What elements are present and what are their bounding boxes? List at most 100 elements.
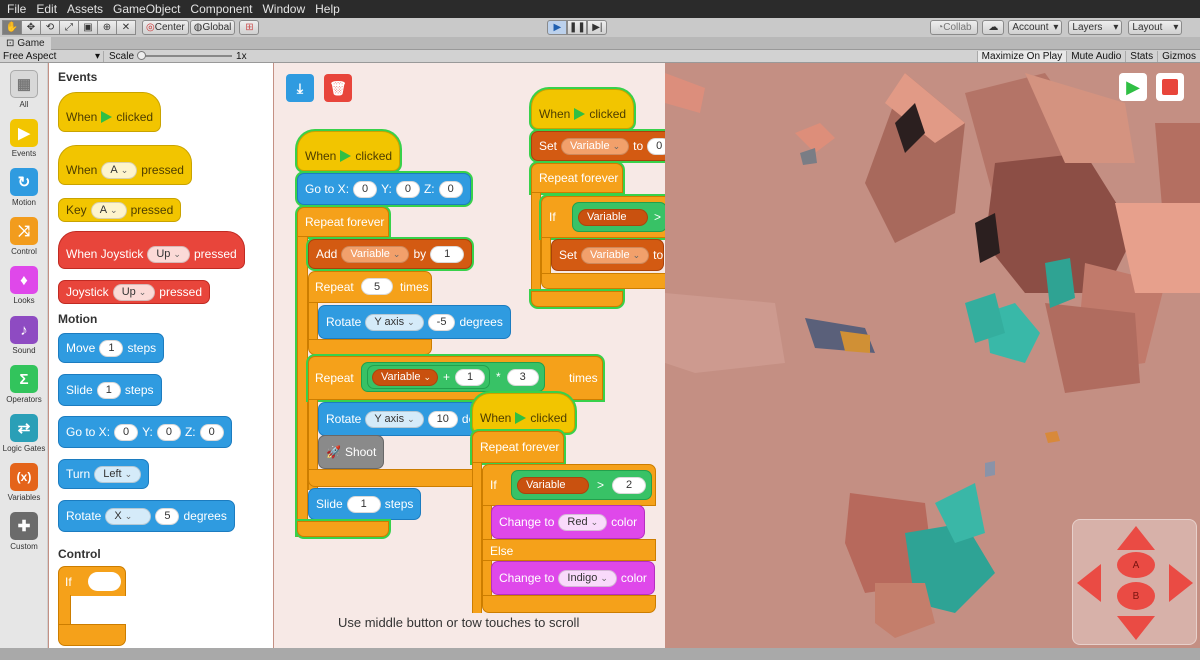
- snap-button[interactable]: ⊞: [239, 20, 260, 35]
- steps-input[interactable]: 1: [99, 339, 124, 357]
- menu-component[interactable]: Component: [185, 2, 257, 16]
- script1-slide[interactable]: Slide 1 steps: [308, 488, 422, 520]
- account-dropdown[interactable]: Account ▾: [1008, 20, 1063, 35]
- block-move-steps[interactable]: Move 1 steps: [58, 333, 165, 363]
- menu-assets[interactable]: Assets: [62, 2, 108, 16]
- step-button[interactable]: ▶|: [587, 20, 608, 35]
- category-logic-gates[interactable]: ⇄ Logic Gates: [0, 414, 48, 453]
- operand-input[interactable]: 1: [455, 368, 486, 386]
- category-control[interactable]: ⤨ Control: [0, 217, 48, 256]
- block-key-pressed[interactable]: KeyApressed: [58, 198, 182, 222]
- axis-dropdown[interactable]: Y axis: [365, 410, 424, 428]
- variable-reporter[interactable]: Variable: [517, 476, 589, 494]
- greater-than-operator[interactable]: Variable >: [572, 202, 665, 232]
- variable-reporter[interactable]: Variable: [578, 208, 648, 226]
- aspect-dropdown[interactable]: Free Aspect ▾: [0, 50, 104, 62]
- block-slide-steps[interactable]: Slide 1 steps: [58, 374, 162, 406]
- category-all[interactable]: ▦ All: [0, 70, 48, 109]
- x-input[interactable]: 0: [114, 423, 139, 441]
- menu-gameobject[interactable]: GameObject: [108, 2, 185, 16]
- mute-audio-toggle[interactable]: Mute Audio: [1066, 50, 1125, 62]
- degrees-input[interactable]: 10: [427, 410, 458, 428]
- gizmos-dropdown[interactable]: Gizmos: [1157, 50, 1200, 62]
- transform-tool-icon[interactable]: ⊕: [97, 20, 117, 35]
- maximize-on-play-toggle[interactable]: Maximize On Play: [976, 50, 1067, 62]
- repeat-count-input[interactable]: 5: [361, 278, 393, 295]
- button-b[interactable]: B: [1117, 582, 1155, 610]
- operand-input[interactable]: 3: [506, 368, 539, 386]
- script2-if[interactable]: If Variable >: [541, 196, 665, 238]
- script1-repeat-5[interactable]: Repeat 5 times: [308, 271, 432, 303]
- script1-go-to[interactable]: Go to X: 0 Y: 0 Z: 0: [297, 173, 471, 205]
- button-a[interactable]: A: [1117, 552, 1155, 578]
- y-input[interactable]: 0: [156, 423, 181, 441]
- script1-shoot[interactable]: 🚀 Shoot: [318, 435, 385, 469]
- scene-viewport[interactable]: ▶ A B: [665, 63, 1200, 648]
- joystick-dropdown[interactable]: Up: [112, 283, 156, 301]
- script1-when-clicked[interactable]: When clicked: [297, 131, 401, 171]
- block-when-joystick-pressed[interactable]: When JoystickUppressed: [58, 231, 245, 269]
- script2-set-variable-inner[interactable]: SetVariableto: [551, 239, 665, 271]
- block-if[interactable]: If: [58, 566, 126, 596]
- layout-dropdown[interactable]: Layout ▾: [1128, 20, 1183, 35]
- condition-slot[interactable]: [88, 572, 121, 591]
- axis-dropdown[interactable]: X: [105, 507, 152, 525]
- operand-input[interactable]: 2: [612, 476, 647, 494]
- run-button[interactable]: ▶: [1119, 73, 1147, 101]
- block-when-key-pressed[interactable]: WhenApressed: [58, 145, 192, 185]
- category-variables[interactable]: (x) Variables: [0, 463, 48, 502]
- download-icon[interactable]: ⤓: [286, 74, 314, 102]
- script3-change-color-indigo[interactable]: Change toIndigocolor: [491, 561, 655, 595]
- axis-dropdown[interactable]: Y axis: [365, 313, 424, 331]
- layers-dropdown[interactable]: Layers ▾: [1068, 20, 1123, 35]
- degrees-input[interactable]: -5: [427, 313, 456, 331]
- script-canvas[interactable]: ⤓ 🗑 When clicked Go to X: 0 Y: 0 Z: 0 Repeat…: [274, 63, 665, 648]
- script2-set-variable[interactable]: SetVariableto0: [531, 131, 665, 161]
- script3-repeat-forever[interactable]: Repeat forever: [472, 431, 564, 463]
- variable-dropdown[interactable]: Variable: [561, 137, 630, 155]
- scale-tool-icon[interactable]: ⤢: [59, 20, 79, 35]
- script1-repeat-forever[interactable]: Repeat forever: [297, 207, 389, 237]
- joystick-dropdown[interactable]: Up: [147, 245, 190, 263]
- delete-icon[interactable]: 🗑: [324, 74, 352, 102]
- menu-file[interactable]: File: [2, 2, 31, 16]
- scale-slider[interactable]: [137, 51, 233, 60]
- plus-operator[interactable]: Variable +1: [367, 365, 491, 389]
- scale-slider-handle[interactable]: [137, 51, 147, 60]
- script3-change-color-red[interactable]: Change toRedcolor: [491, 505, 646, 539]
- script2-when-clicked[interactable]: When clicked: [531, 89, 635, 129]
- script1-rotate-y[interactable]: RotateY axis-5degrees: [318, 305, 511, 339]
- cloud-button[interactable]: ☁: [982, 20, 1005, 35]
- game-tab[interactable]: ⊡ Game: [0, 36, 51, 50]
- menu-help[interactable]: Help: [310, 2, 345, 16]
- block-joystick-pressed[interactable]: JoystickUppressed: [58, 280, 210, 304]
- z-input[interactable]: 0: [438, 180, 463, 198]
- script3-if-else[interactable]: If Variable >2: [482, 464, 656, 506]
- play-button[interactable]: ▶: [547, 20, 568, 35]
- pivot-center-button[interactable]: ◎ Center: [142, 20, 189, 35]
- steps-input[interactable]: 1: [96, 381, 121, 399]
- color-dropdown[interactable]: Red: [558, 513, 608, 531]
- stats-toggle[interactable]: Stats: [1125, 50, 1157, 62]
- value-input[interactable]: 0: [647, 137, 665, 155]
- category-events[interactable]: ▶ Events: [0, 119, 48, 158]
- block-rotate[interactable]: RotateX5degrees: [58, 500, 235, 532]
- color-dropdown[interactable]: Indigo: [558, 569, 617, 587]
- amount-input[interactable]: 1: [430, 245, 465, 263]
- steps-input[interactable]: 1: [346, 495, 381, 513]
- y-input[interactable]: 0: [395, 180, 420, 198]
- script3-when-clicked[interactable]: When clicked: [472, 393, 576, 433]
- degrees-input[interactable]: 5: [155, 507, 180, 525]
- dpad-right-button[interactable]: [1169, 564, 1193, 602]
- menu-edit[interactable]: Edit: [31, 2, 62, 16]
- multiply-operator[interactable]: Variable +1 * 3: [361, 362, 545, 392]
- pivot-global-button[interactable]: ◍ Global: [189, 20, 236, 35]
- custom-tool-icon[interactable]: ✕: [116, 20, 136, 35]
- script2-repeat-forever[interactable]: Repeat forever: [531, 163, 623, 193]
- hand-tool-icon[interactable]: ✋: [2, 20, 22, 35]
- stop-button[interactable]: [1156, 73, 1184, 101]
- direction-dropdown[interactable]: Left: [94, 465, 142, 483]
- variable-reporter[interactable]: Variable: [372, 368, 438, 386]
- category-looks[interactable]: ♦ Looks: [0, 266, 48, 305]
- rotate-tool-icon[interactable]: ⟲: [40, 20, 60, 35]
